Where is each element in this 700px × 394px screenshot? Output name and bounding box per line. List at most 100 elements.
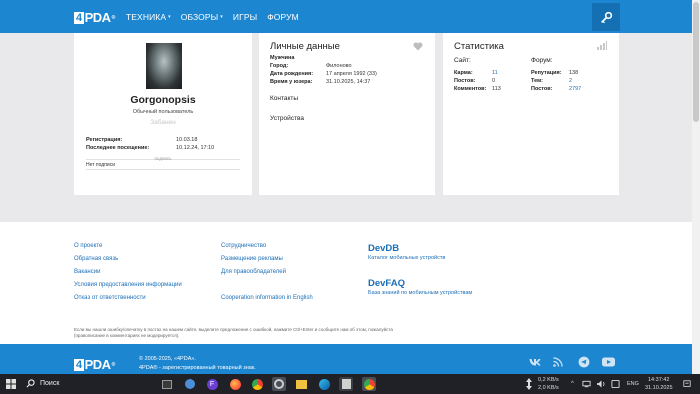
profile-card: Gorgonopsis Обычный пользователь Забанен… [74, 33, 252, 195]
logo-4: 4 [74, 358, 84, 371]
registration-label: Регистрация: [86, 137, 123, 143]
forum-heading: Форум: [531, 57, 553, 64]
copyright: © 2005-2025, «4PDA». [139, 356, 196, 362]
last-visit-value: 10.12.24, 17:10 [176, 145, 215, 151]
footer-link-vacancies[interactable]: Вакансии [74, 269, 100, 275]
devdb-description[interactable]: Каталог мобильных устройств [368, 255, 445, 261]
comments-value: 113 [492, 86, 501, 92]
taskbar-app-icon[interactable] [160, 377, 174, 391]
notifications-icon[interactable] [683, 380, 691, 388]
devdb-link[interactable]: DevDB [368, 243, 399, 254]
language-indicator[interactable]: ENG [627, 381, 639, 387]
birthday-label: Дата рождения: [270, 71, 314, 77]
last-visit-label: Последнее посещение: [86, 145, 150, 151]
footer-link-terms[interactable]: Условия предоставления информации [74, 282, 182, 288]
taskbar-app-icon[interactable] [183, 377, 197, 391]
logo-4: 4 [74, 11, 84, 24]
telegram-icon[interactable] [578, 356, 590, 368]
tray-overflow-icon[interactable]: ^ [571, 381, 574, 387]
network-arrows-icon [526, 378, 532, 390]
reputation-value: 138 [569, 70, 579, 76]
stat-label: Репутация: [531, 70, 562, 76]
devfaq-link[interactable]: DevFAQ [368, 278, 405, 289]
stat-row: Постов: 2797 [531, 86, 611, 94]
bar-chart-icon [597, 41, 607, 50]
network-icon[interactable] [582, 380, 591, 388]
menu-item-tech[interactable]: ТЕХНИКА ▾ [126, 12, 171, 22]
menu-item-forum[interactable]: ФОРУМ [267, 12, 299, 22]
avatar [146, 43, 182, 89]
tray-app-icon[interactable] [611, 380, 620, 388]
birthday-value: 17 апреля 1992 (33) [326, 71, 377, 77]
footer: О проекте Обратная связь Вакансии Услови… [0, 222, 692, 344]
forum-posts-value[interactable]: 2797 [569, 86, 581, 94]
footer-link-disclaimer[interactable]: Отказ от ответственности [74, 295, 146, 301]
footer-link-cooperation[interactable]: Сотрудничество [221, 243, 266, 249]
vk-icon[interactable] [529, 358, 541, 366]
rss-icon[interactable] [553, 357, 563, 367]
gender-value: Мужчина [270, 55, 295, 61]
browser-viewport: 4 PDA ® ТЕХНИКА ▾ ОБЗОРЫ ▾ ИГРЫ ФОРУМ Go… [0, 0, 700, 374]
net-down: 2,0 KB/s [538, 385, 559, 391]
menu-item-label: ИГРЫ [232, 12, 258, 22]
taskbar-app-active-icon[interactable] [272, 377, 286, 391]
contacts-heading[interactable]: Контакты [270, 95, 298, 102]
stat-row: Тем: 2 [531, 78, 611, 86]
chrome-active-icon[interactable] [362, 377, 376, 391]
edge-icon[interactable] [317, 377, 331, 391]
scrollbar-thumb[interactable] [693, 2, 699, 122]
devfaq-description[interactable]: База знаний по мобильным устройствам [368, 290, 472, 296]
usertime-label: Время у юзера: [270, 79, 313, 85]
menu-item-label: ОБЗОРЫ [180, 12, 219, 22]
stat-label: Постов: [454, 78, 476, 84]
karma-value[interactable]: 11 [492, 70, 498, 78]
menu-item-label: ТЕХНИКА [126, 12, 167, 22]
footer-link-feedback[interactable]: Обратная связь [74, 256, 118, 262]
taskbar-search[interactable]: Поиск [26, 379, 59, 388]
chrome-icon[interactable] [250, 377, 264, 391]
net-up: 0,2 KB/s [538, 377, 559, 383]
registration-row: Регистрация: 10.03.18 [86, 137, 246, 145]
last-visit-row: Последнее посещение: 10.12.24, 17:10 [86, 145, 246, 153]
statistics-card: Статистика Сайт: Форум: Карма: 11 Постов… [443, 33, 619, 195]
caret-down-icon: ▾ [168, 14, 171, 20]
search-label: Поиск [40, 380, 60, 387]
login-button[interactable] [592, 3, 620, 31]
stat-label: Постов: [531, 86, 553, 92]
key-icon [600, 11, 612, 23]
taskbar-app-icon[interactable]: F [205, 377, 219, 391]
top-navigation: 4 PDA ® ТЕХНИКА ▾ ОБЗОРЫ ▾ ИГРЫ ФОРУМ [0, 0, 692, 33]
youtube-icon[interactable] [602, 357, 615, 367]
footer-logo[interactable]: 4 PDA ® [74, 357, 115, 372]
stat-row: Постов: 0 [454, 78, 530, 86]
username: Gorgonopsis [130, 94, 196, 106]
taskbar-app-icon[interactable] [339, 377, 353, 391]
site-logo[interactable]: 4 PDA ® [74, 10, 115, 25]
taskbar-app-icon[interactable] [294, 377, 308, 391]
registration-value: 10.03.18 [176, 137, 198, 143]
menu-item-games[interactable]: ИГРЫ [233, 12, 257, 22]
logo-reg: ® [111, 361, 116, 368]
city-value: Филоново [326, 63, 352, 69]
page-scrollbar[interactable] [692, 0, 700, 374]
topics-value[interactable]: 2 [569, 78, 572, 86]
clock-date[interactable]: 31.10.2025 [645, 385, 673, 391]
footer-link-copyright-holders[interactable]: Для правообладателей [221, 269, 286, 275]
footer-link-advertising[interactable]: Размещение рекламы [221, 256, 283, 262]
windows-start-icon[interactable] [6, 379, 16, 389]
menu-item-reviews[interactable]: ОБЗОРЫ ▾ [181, 12, 223, 22]
bottom-bar: 4 PDA ® © 2005-2025, «4PDA». 4PDA® - зар… [0, 344, 692, 374]
heart-icon[interactable] [413, 42, 423, 51]
footer-link-about[interactable]: О проекте [74, 243, 102, 249]
firefox-icon[interactable] [228, 377, 242, 391]
personal-title: Личные данные [270, 41, 340, 52]
stat-row: Карма: 11 [454, 70, 530, 78]
volume-icon[interactable] [597, 380, 606, 388]
devices-heading[interactable]: Устройства [270, 115, 304, 122]
clock-time[interactable]: 14:37:42 [648, 377, 669, 383]
stat-row: Репутация: 138 [531, 70, 611, 78]
search-icon [26, 379, 35, 388]
windows-taskbar: Поиск F 0,2 KB/s 2,0 KB/s ^ ENG 14:37:42… [0, 374, 700, 394]
footer-link-cooperation-english[interactable]: Cooperation information in English [221, 295, 313, 301]
ban-status: Забанен [150, 119, 176, 126]
